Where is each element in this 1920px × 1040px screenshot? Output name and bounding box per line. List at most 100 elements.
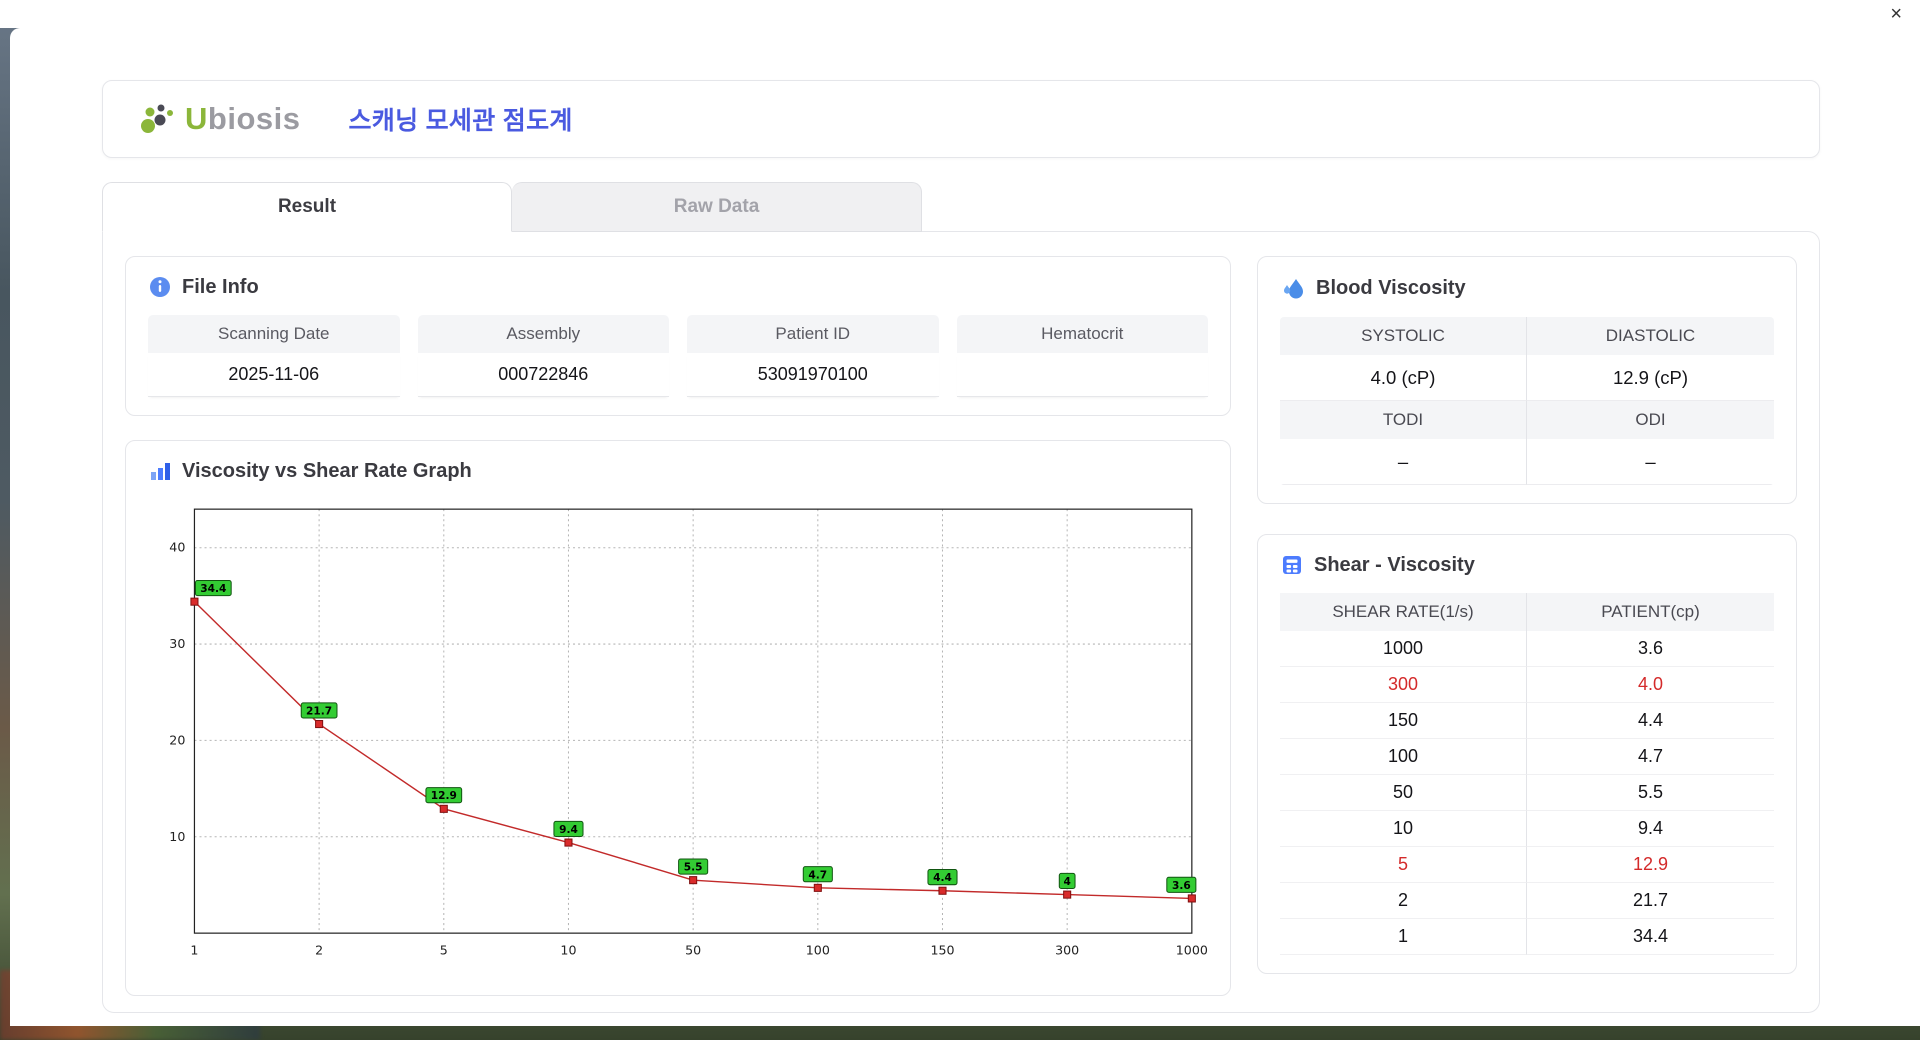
- svg-text:9.4: 9.4: [559, 824, 578, 836]
- svg-text:34.4: 34.4: [200, 583, 226, 595]
- header-card: Ubiosis 스캐닝 모세관 점도계: [102, 80, 1820, 158]
- logo-leaf-icon: [141, 104, 173, 133]
- blood-viscosity-table: SYSTOLIC DIASTOLIC 4.0 (cP) 12.9 (cP) TO…: [1280, 317, 1774, 485]
- file-info-field-scanning-date: Scanning Date 2025-11-06: [148, 315, 400, 397]
- shear-viscosity-table: SHEAR RATE(1/s) PATIENT(cp) 1000 3.6 300…: [1280, 593, 1774, 955]
- patient-cell: 3.6: [1527, 631, 1774, 667]
- svg-text:30: 30: [169, 636, 185, 651]
- svg-text:4.4: 4.4: [933, 872, 952, 884]
- svg-text:1: 1: [190, 942, 198, 957]
- column-header: PATIENT(cp): [1527, 593, 1774, 631]
- todi-value: –: [1280, 439, 1527, 485]
- patient-cell: 4.4: [1527, 703, 1774, 739]
- odi-value: –: [1527, 439, 1774, 485]
- shear-cell: 1: [1280, 919, 1527, 955]
- right-column: Blood Viscosity SYSTOLIC DIASTOLIC 4.0 (…: [1257, 256, 1797, 996]
- shear-viscosity-card: Shear - Viscosity SHEAR RATE(1/s) PATIEN…: [1257, 534, 1797, 974]
- logo-text: Ubiosis: [185, 101, 300, 137]
- file-info-field-assembly: Assembly 000722846: [417, 315, 669, 397]
- file-info-field-patient-id: Patient ID 53091970100: [687, 315, 939, 397]
- svg-text:20: 20: [169, 732, 185, 747]
- column-header: SHEAR RATE(1/s): [1280, 593, 1527, 631]
- bar-chart-icon: [151, 463, 170, 480]
- shear-cell: 300: [1280, 667, 1527, 703]
- left-column: File Info Scanning Date 2025-11-06 Assem…: [125, 256, 1231, 996]
- field-value: 000722846: [417, 353, 669, 397]
- shear-cell: 150: [1280, 703, 1527, 739]
- diastolic-value: 12.9 (cP): [1527, 355, 1774, 401]
- table-header-row: SHEAR RATE(1/s) PATIENT(cp): [1280, 593, 1774, 631]
- field-label: Assembly: [417, 315, 669, 353]
- table-row: 4.0 (cP) 12.9 (cP): [1280, 355, 1774, 401]
- table-row: 2 21.7: [1280, 883, 1774, 919]
- table-row: 100 4.7: [1280, 739, 1774, 775]
- table-row: TODI ODI: [1280, 401, 1774, 439]
- tab-raw-data[interactable]: Raw Data: [512, 182, 922, 232]
- table-row: 5 12.9: [1280, 847, 1774, 883]
- svg-text:4: 4: [1063, 876, 1070, 888]
- chart-area: 10 20 30 40 1 2 5 10 50 100 150 300 1000 34.4 21.7 12.9…: [148, 493, 1208, 967]
- shear-viscosity-title-row: Shear - Viscosity: [1280, 553, 1774, 577]
- patient-cell: 21.7: [1527, 883, 1774, 919]
- svg-text:4.7: 4.7: [808, 869, 827, 881]
- app-logo: Ubiosis: [137, 99, 300, 139]
- column-header: DIASTOLIC: [1605, 326, 1696, 345]
- patient-cell: 5.5: [1527, 775, 1774, 811]
- graph-card: Viscosity vs Shear Rate Graph 10 20 30 40 1 2…: [125, 440, 1231, 996]
- column-header: TODI: [1280, 401, 1527, 439]
- table-row: 300 4.0: [1280, 667, 1774, 703]
- blood-viscosity-title: Blood Viscosity: [1316, 276, 1466, 299]
- svg-text:2: 2: [315, 942, 323, 957]
- patient-cell: 9.4: [1527, 811, 1774, 847]
- svg-text:1000: 1000: [1176, 942, 1208, 957]
- shear-cell: 50: [1280, 775, 1527, 811]
- svg-text:3.6: 3.6: [1172, 880, 1191, 892]
- svg-text:100: 100: [806, 942, 830, 957]
- svg-text:300: 300: [1055, 942, 1079, 957]
- graph-title-row: Viscosity vs Shear Rate Graph: [148, 459, 1208, 483]
- blood-viscosity-card: Blood Viscosity SYSTOLIC DIASTOLIC 4.0 (…: [1257, 256, 1797, 504]
- info-icon: [150, 277, 170, 297]
- blood-viscosity-title-row: Blood Viscosity: [1280, 275, 1774, 301]
- result-panel: File Info Scanning Date 2025-11-06 Assem…: [102, 231, 1820, 1013]
- svg-text:10: 10: [560, 942, 576, 957]
- file-info-fields: Scanning Date 2025-11-06 Assembly 000722…: [148, 315, 1208, 397]
- patient-cell: 34.4: [1527, 919, 1774, 955]
- tab-result[interactable]: Result: [102, 182, 512, 232]
- column-header: SYSTOLIC: [1280, 317, 1527, 355]
- table-row: SYSTOLIC DIASTOLIC: [1280, 317, 1774, 355]
- svg-text:5.5: 5.5: [684, 862, 703, 874]
- close-icon[interactable]: ×: [1886, 2, 1906, 26]
- field-label: Hematocrit: [956, 315, 1208, 353]
- shear-cell: 10: [1280, 811, 1527, 847]
- page-title: 스캐닝 모세관 점도계: [348, 107, 573, 135]
- shear-cell: 2: [1280, 883, 1527, 919]
- patient-cell: 12.9: [1527, 847, 1774, 883]
- svg-text:150: 150: [930, 942, 954, 957]
- shear-cell: 1000: [1280, 631, 1527, 667]
- droplet-icon: [1284, 279, 1303, 299]
- logo-text-rest: biosis: [207, 101, 301, 136]
- table-row: 10 9.4: [1280, 811, 1774, 847]
- logo-text-u: U: [185, 101, 208, 136]
- systolic-value: 4.0 (cP): [1280, 355, 1527, 401]
- table-row: 1 34.4: [1280, 919, 1774, 955]
- column-header: ODI: [1635, 410, 1666, 429]
- svg-text:12.9: 12.9: [431, 790, 457, 802]
- file-info-field-hematocrit: Hematocrit: [956, 315, 1208, 397]
- viscosity-shear-chart: 10 20 30 40 1 2 5 10 50 100 150 300 1000 34.4 21.7 12.9…: [169, 508, 1208, 957]
- field-value: [956, 353, 1208, 397]
- titlebar: ×: [0, 0, 1920, 28]
- field-label: Patient ID: [687, 315, 939, 353]
- field-value: 2025-11-06: [148, 353, 400, 397]
- patient-cell: 4.7: [1527, 739, 1774, 775]
- calculator-icon: [1283, 556, 1301, 574]
- table-row: 50 5.5: [1280, 775, 1774, 811]
- svg-text:10: 10: [169, 829, 185, 844]
- svg-text:21.7: 21.7: [306, 705, 332, 717]
- app-window: Ubiosis 스캐닝 모세관 점도계 Result Raw Data File…: [10, 28, 1920, 1026]
- svg-text:5: 5: [440, 942, 448, 957]
- table-row: – –: [1280, 439, 1774, 485]
- field-label: Scanning Date: [148, 315, 400, 353]
- patient-cell: 4.0: [1527, 667, 1774, 703]
